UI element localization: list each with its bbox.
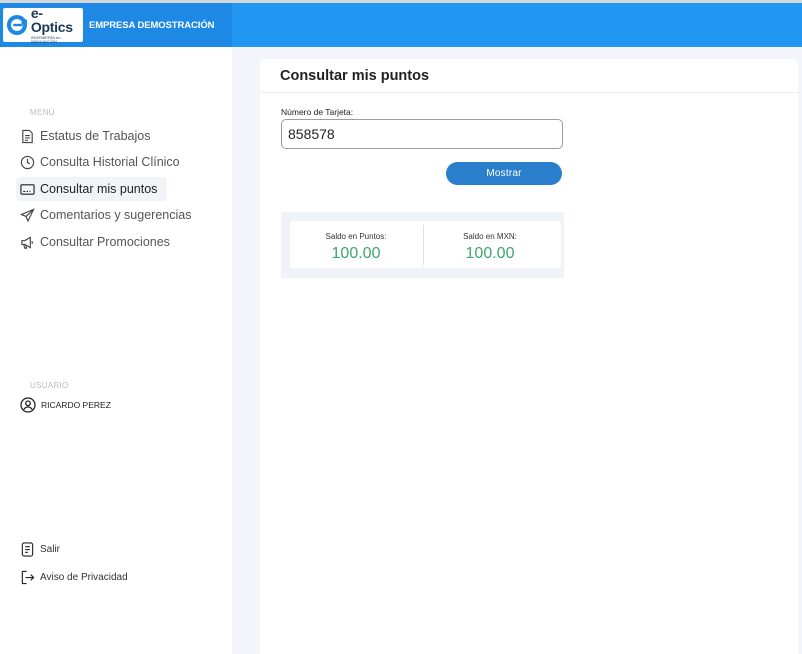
logo-tagline: INGENIERÍA en INNOVACIÓN [30,35,61,44]
paper-plane-icon [20,207,35,223]
points-balance: Saldo en Puntos: 100.00 [290,221,422,268]
sidebar-item-label: Consultar Promociones [40,235,170,249]
sidebar-item-estatus-trabajos[interactable]: Estatus de Trabajos [16,124,156,148]
mxn-balance: Saldo en MXN: 100.00 [424,221,556,268]
mxn-balance-label: Saldo en MXN: [463,232,517,241]
user-name: RICARDO PEREZ [41,400,111,410]
user-circle-icon [20,397,36,413]
sidebar-item-consultar-puntos[interactable]: Consultar mis puntos [16,177,167,201]
megaphone-icon [21,235,33,249]
sidebar-item-comentarios[interactable]: Comentarios y sugerencias [16,203,197,227]
user-profile[interactable]: RICARDO PEREZ [20,397,111,413]
document-icon [22,129,33,143]
exit-arrow-icon [21,570,35,585]
mxn-balance-value: 100.00 [465,245,515,262]
brand-area: e-Optics INGENIERÍA en INNOVACIÓN EMPRES… [0,3,232,47]
points-balance-value: 100.00 [331,245,381,262]
clock-icon [20,155,35,169]
privacy-link[interactable]: Aviso de Privacidad [20,570,128,585]
card-number-input[interactable] [281,119,563,149]
points-card: Consultar mis puntos Número de Tarjeta: … [260,59,798,654]
page-title: Consultar mis puntos [280,68,430,84]
points-balance-label: Saldo en Puntos: [325,232,387,241]
logout-link[interactable]: Salir [20,542,60,557]
user-section-label: USUARIO [30,381,69,390]
sidebar-item-label: Consulta Historial Clínico [40,155,180,169]
company-logo[interactable]: e-Optics INGENIERÍA en INNOVACIÓN [3,5,83,44]
sidebar-item-promociones[interactable]: Consultar Promociones [16,230,176,254]
logo-name: e-Optics [30,5,73,35]
sidebar-item-label: Consultar mis puntos [40,182,158,196]
logout-label: Salir [40,544,61,555]
company-name: EMPRESA DEMOSTRACIÓN [89,19,215,31]
sidebar-item-label: Estatus de Trabajos [40,129,151,143]
receipt-icon [21,542,34,557]
menu-section-label: MENÚ [30,108,55,117]
card-icon [20,183,35,195]
balance-panel: Saldo en Puntos: 100.00 Saldo en MXN: 10… [281,212,564,278]
balance-box: Saldo en Puntos: 100.00 Saldo en MXN: 10… [290,221,561,268]
main-area: Consultar mis puntos Número de Tarjeta: … [232,47,802,654]
show-button[interactable]: Mostrar [446,162,562,185]
sidebar-item-label: Comentarios y sugerencias [40,208,192,222]
e-optics-logo-icon [6,14,28,36]
sidebar-item-historial-clinico[interactable]: Consulta Historial Clínico [16,150,186,174]
sidebar: MENÚ Estatus de Trabajos Consulta Histor… [0,47,232,654]
title-divider [260,92,798,93]
card-number-label: Número de Tarjeta: [281,107,354,117]
privacy-label: Aviso de Privacidad [40,572,128,583]
top-header: e-Optics INGENIERÍA en INNOVACIÓN EMPRES… [0,3,802,47]
